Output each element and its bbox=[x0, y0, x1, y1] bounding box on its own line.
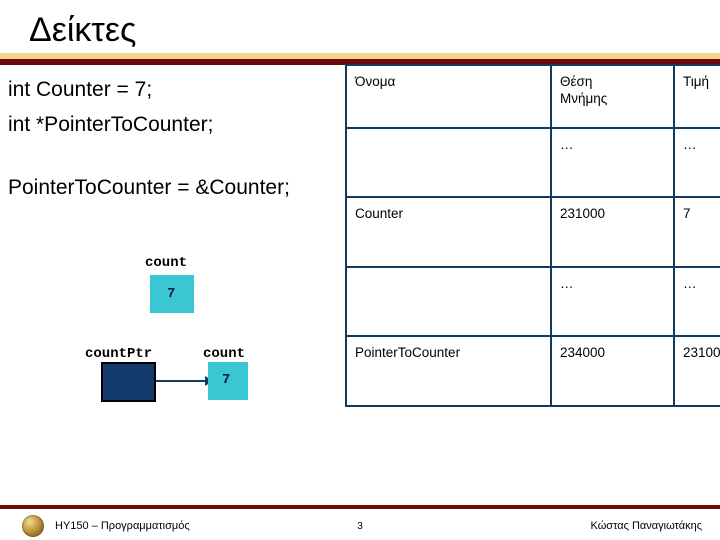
cell-address: 234000 bbox=[550, 335, 675, 407]
cell-name bbox=[345, 266, 552, 337]
memory-table: Όνομα Θέση Μνήμης Τιμή … … Counter 231000… bbox=[345, 64, 720, 407]
cell-name bbox=[345, 127, 552, 198]
footer-page-number: 3 bbox=[357, 521, 363, 532]
page-title: Δείκτες bbox=[29, 11, 137, 49]
cell-name: PointerToCounter bbox=[345, 335, 552, 407]
table-row: PointerToCounter 234000 231000 bbox=[345, 335, 720, 407]
code-line-1: int Counter = 7; bbox=[8, 78, 153, 101]
footer-course-label: HY150 – Προγραμματισμός bbox=[55, 520, 190, 532]
table-header-value: Τιμή bbox=[673, 64, 720, 129]
diagram-countptr-box bbox=[101, 362, 156, 402]
cell-address: … bbox=[550, 127, 675, 198]
table-header-address: Θέση Μνήμης bbox=[550, 64, 675, 129]
diagram-countptr-label: countPtr bbox=[85, 346, 153, 362]
footer: HY150 – Προγραμματισμός 3 Κώστας Παναγιω… bbox=[0, 509, 720, 540]
university-seal-icon bbox=[22, 515, 44, 537]
diagram-count-label-top: count bbox=[145, 255, 188, 271]
cell-address: … bbox=[550, 266, 675, 337]
table-header-name: Όνομα bbox=[345, 64, 552, 129]
diagram-count-value-bottom: 7 bbox=[222, 372, 231, 388]
diagram-pointer-arrow-line bbox=[156, 380, 208, 382]
table-row: … … bbox=[345, 127, 720, 198]
cell-value: … bbox=[673, 266, 720, 337]
code-line-2: int *PointerToCounter; bbox=[8, 113, 214, 136]
table-header-address-line2: Μνήμης bbox=[560, 91, 608, 106]
slide: Δείκτες int Counter = 7; int *PointerToC… bbox=[0, 0, 720, 540]
cell-value: 231000 bbox=[673, 335, 720, 407]
cell-value: … bbox=[673, 127, 720, 198]
table-row: … … bbox=[345, 266, 720, 337]
cell-value: 7 bbox=[673, 196, 720, 268]
cell-name: Counter bbox=[345, 196, 552, 268]
pointer-diagram: count 7 countPtr count 7 bbox=[0, 248, 345, 408]
footer-author-label: Κώστας Παναγιωτάκης bbox=[590, 520, 703, 532]
diagram-count-value-top: 7 bbox=[167, 286, 176, 302]
table-header-address-line1: Θέση bbox=[560, 74, 593, 89]
diagram-count-label-bottom: count bbox=[203, 346, 246, 362]
table-header-row: Όνομα Θέση Μνήμης Τιμή bbox=[345, 64, 720, 129]
code-block: int Counter = 7; int *PointerToCounter; … bbox=[8, 72, 348, 205]
cell-address: 231000 bbox=[550, 196, 675, 268]
code-line-3: PointerToCounter = &Counter; bbox=[8, 176, 290, 199]
table-row: Counter 231000 7 bbox=[345, 196, 720, 268]
